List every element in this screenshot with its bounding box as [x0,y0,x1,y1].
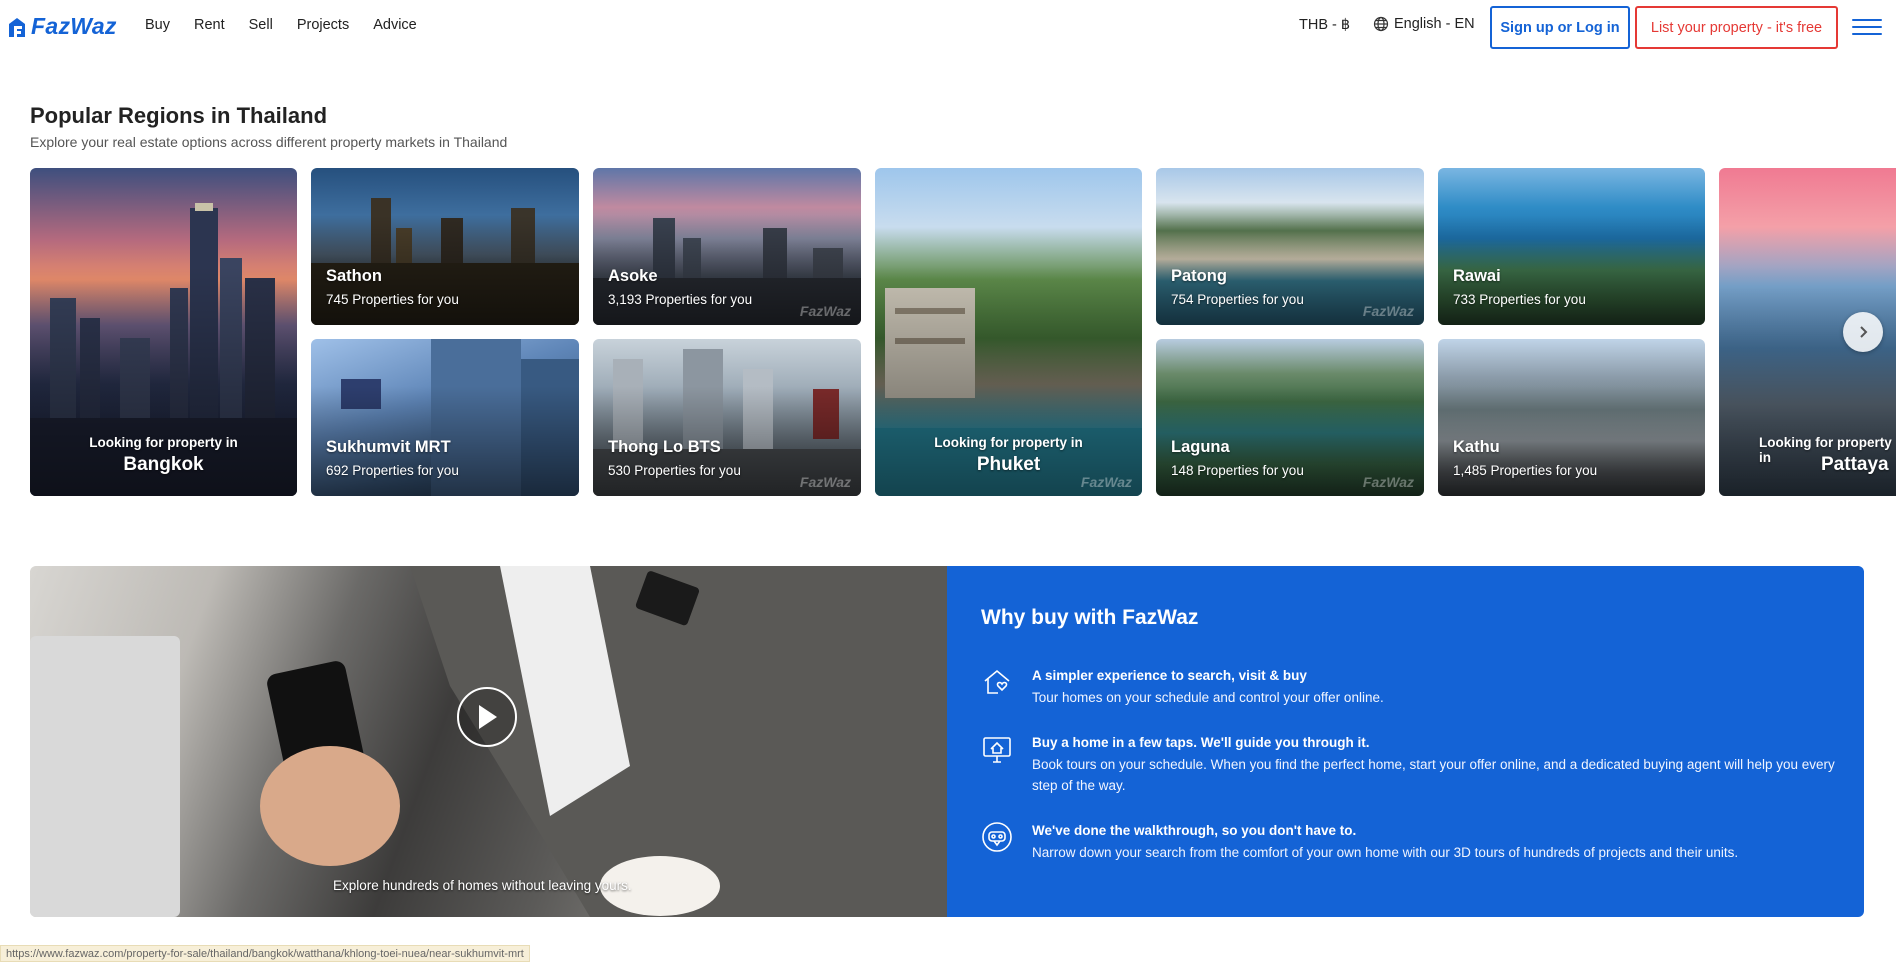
watermark: FazWaz [1362,303,1414,319]
nav-projects[interactable]: Projects [297,17,349,33]
globe-icon [1373,16,1389,32]
region-card-sathon[interactable]: Sathon 745 Properties for you [311,168,579,325]
site-header: FazWaz Buy Rent Sell Projects Advice THB… [0,0,1896,52]
region-count: 754 Properties for you [1171,292,1304,307]
chevron-right-icon [1860,326,1868,338]
watermark: FazWaz [799,474,851,490]
city-name: Phuket [976,454,1041,475]
region-card-asoke[interactable]: Asoke 3,193 Properties for you FazWaz [593,168,861,325]
main-nav: Buy Rent Sell Projects Advice [145,17,417,33]
nav-rent[interactable]: Rent [194,17,225,33]
nav-buy[interactable]: Buy [145,17,170,33]
region-card-phuket[interactable]: Looking for property in Phuket FazWaz [875,168,1142,496]
why-item-title: Buy a home in a few taps. We'll guide yo… [1032,735,1370,750]
language-label: English - EN [1394,16,1475,32]
region-card-thong-lo-bts[interactable]: Thong Lo BTS 530 Properties for you FazW… [593,339,861,496]
region-card-rawai[interactable]: Rawai 733 Properties for you [1438,168,1705,325]
why-item-title: A simpler experience to search, visit & … [1032,668,1307,683]
logo-house-icon [9,17,25,37]
region-card-laguna[interactable]: Laguna 148 Properties for you FazWaz [1156,339,1424,496]
logo-text: FazWaz [31,13,117,39]
region-card-kathu[interactable]: Kathu 1,485 Properties for you [1438,339,1705,496]
monitor-house-icon [983,737,1011,763]
region-name: Laguna [1171,438,1230,456]
list-property-button[interactable]: List your property - it's free [1635,6,1838,49]
watermark: FazWaz [799,303,851,319]
currency-selector[interactable]: THB - ฿ [1299,17,1350,33]
region-name: Sathon [326,267,382,285]
region-card-sukhumvit-mrt[interactable]: Sukhumvit MRT 692 Properties for you [311,339,579,496]
play-button[interactable] [457,687,517,747]
video-caption: Explore hundreds of homes without leavin… [333,878,632,893]
watermark: FazWaz [1362,474,1414,490]
region-count: 148 Properties for you [1171,463,1304,478]
looking-label: Looking for property in [934,435,1083,450]
watermark: FazWaz [1080,474,1132,490]
region-card-patong[interactable]: Patong 754 Properties for you FazWaz [1156,168,1424,325]
why-title: Why buy with FazWaz [981,606,1199,629]
region-name: Rawai [1453,267,1501,285]
nav-sell[interactable]: Sell [249,17,273,33]
region-card-bangkok[interactable]: Looking for property in Bangkok [30,168,297,496]
city-name: Bangkok [123,454,204,475]
region-name: Sukhumvit MRT [326,438,451,456]
looking-label: Looking for property in [89,435,238,450]
region-count: 733 Properties for you [1453,292,1586,307]
nav-advice[interactable]: Advice [373,17,417,33]
carousel-next-button[interactable] [1843,312,1883,352]
vr-headset-icon [982,822,1012,852]
why-item-desc: Tour homes on your schedule and control … [1032,690,1384,705]
region-count: 3,193 Properties for you [608,292,753,307]
why-buy-panel: Why buy with FazWaz A simpler experience… [947,566,1864,917]
video-panel[interactable]: Explore hundreds of homes without leavin… [30,566,947,917]
city-name: Pattaya [1821,454,1889,475]
region-count: 1,485 Properties for you [1453,463,1598,478]
section-title: Popular Regions in Thailand [30,103,328,128]
why-item-desc: Narrow down your search from the comfort… [1032,845,1739,860]
region-count: 745 Properties for you [326,292,459,307]
login-button[interactable]: Sign up or Log in [1490,6,1630,49]
region-count: 692 Properties for you [326,463,459,478]
section-subtitle: Explore your real estate options across … [30,134,508,150]
fazwaz-logo[interactable]: FazWaz [7,13,117,40]
why-item-title: We've done the walkthrough, so you don't… [1032,823,1357,838]
region-name: Patong [1171,267,1227,285]
region-count: 530 Properties for you [608,463,741,478]
why-item-desc: Book tours on your schedule. When you fi… [1032,757,1835,793]
region-name: Thong Lo BTS [608,438,721,456]
region-name: Kathu [1453,438,1500,456]
play-icon [479,705,497,729]
status-bar-url: https://www.fazwaz.com/property-for-sale… [0,945,530,962]
house-heart-icon [984,669,1010,694]
language-selector[interactable]: English - EN [1373,16,1475,32]
region-name: Asoke [608,267,658,285]
menu-icon[interactable] [1852,19,1882,35]
